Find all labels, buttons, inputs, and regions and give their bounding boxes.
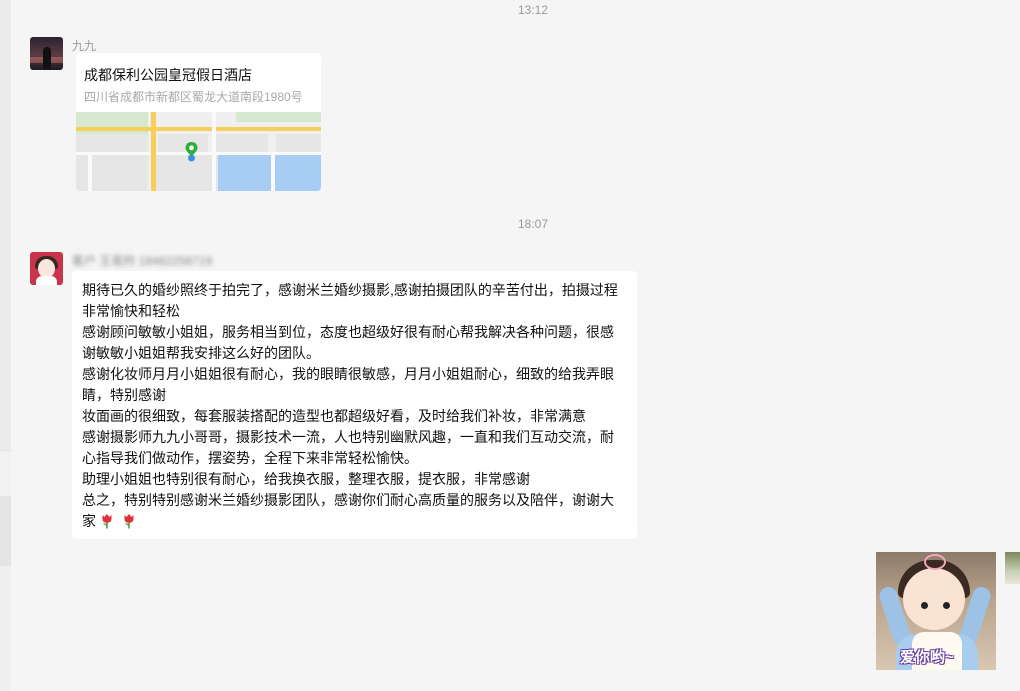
left-panel-edge: [0, 0, 11, 691]
location-address: 四川省成都市新都区蜀龙大道南段1980号: [84, 90, 303, 104]
sticker-caption: 爱你哟~: [900, 649, 954, 666]
map-park: [236, 112, 321, 122]
message-line: 期待已久的婚纱照终于拍完了，感谢米兰婚纱摄影,感谢拍摄团队的辛苦付出，拍摄过程: [82, 282, 618, 298]
left-panel-segment: [0, 0, 11, 450]
map-block: [92, 155, 148, 191]
map-block: [158, 134, 208, 152]
message-line: 心指导我们做动作，摆姿势，全程下来非常轻松愉快。: [82, 450, 418, 466]
location-card[interactable]: 成都保利公园皇冠假日酒店 四川省成都市新都区蜀龙大道南段1980号: [76, 53, 321, 191]
sticker-eye: [943, 602, 950, 609]
sender-name: 九九: [72, 39, 97, 53]
tulip-icon: [102, 514, 112, 529]
sticker-bow: [924, 554, 946, 570]
message-line: 非常愉快和轻松: [82, 303, 180, 319]
left-panel-segment: [0, 566, 11, 691]
sticker-face: [903, 568, 965, 630]
message-line-text: 家: [82, 513, 96, 529]
map-block: [76, 134, 148, 152]
message-line: 助理小姐姐也特别很有耐心，给我换衣服，整理衣服，提衣服，非常感谢: [82, 471, 530, 487]
avatar[interactable]: [1005, 552, 1020, 584]
message-line-last: 家: [82, 511, 627, 532]
map-road-vertical: [151, 112, 156, 191]
sticker-eye: [921, 602, 928, 609]
message-line: 谢敏敏小姐姐帮我安排这么好的团队。: [82, 345, 320, 361]
message-line: 感谢摄影师九九小哥哥，摄影技术一流，人也特别幽默风趣，一直和我们互动交流，耐: [82, 429, 614, 445]
message-timestamp: 18:07: [517, 217, 549, 231]
avatar[interactable]: [30, 252, 63, 285]
left-panel-segment: [0, 496, 11, 566]
left-panel-segment: [0, 450, 11, 496]
tulip-icon: [124, 514, 134, 529]
message-line: 睛，特别感谢: [82, 387, 166, 403]
map-road-horizontal: [76, 127, 321, 131]
map-water: [275, 155, 321, 191]
map-block: [76, 155, 88, 191]
message-line: 总之，特别特别感谢米兰婚纱摄影团队，感谢你们耐心高质量的服务以及陪伴，谢谢大: [82, 492, 614, 508]
sticker-image[interactable]: 爱你哟~: [876, 552, 996, 670]
message-timestamp: 13:12: [517, 3, 549, 17]
location-map[interactable]: [76, 112, 321, 191]
map-block: [276, 134, 321, 152]
map-water: [218, 155, 271, 191]
location-title: 成都保利公园皇冠假日酒店: [84, 67, 252, 83]
location-pin-icon: [185, 142, 198, 162]
map-block: [216, 134, 268, 152]
message-bubble[interactable]: 期待已久的婚纱照终于拍完了，感谢米兰婚纱摄影,感谢拍摄团队的辛苦付出，拍摄过程 …: [72, 271, 637, 539]
message-line: 妆面画的很细致，每套服装搭配的造型也都超级好看，及时给我们补妆，非常满意: [82, 408, 586, 424]
avatar[interactable]: [30, 37, 63, 70]
message-line: 感谢顾问敏敏小姐姐，服务相当到位，态度也超级好很有耐心帮我解决各种问题，很感: [82, 324, 614, 340]
avatar-body: [36, 276, 57, 285]
avatar-figure: [43, 47, 51, 69]
message-line: 感谢化妆师月月小姐姐很有耐心，我的眼睛很敏感，月月小姐姐耐心，细致的给我弄眼: [82, 366, 614, 382]
sender-name: 客户 王易羚 18482258719: [72, 254, 213, 268]
